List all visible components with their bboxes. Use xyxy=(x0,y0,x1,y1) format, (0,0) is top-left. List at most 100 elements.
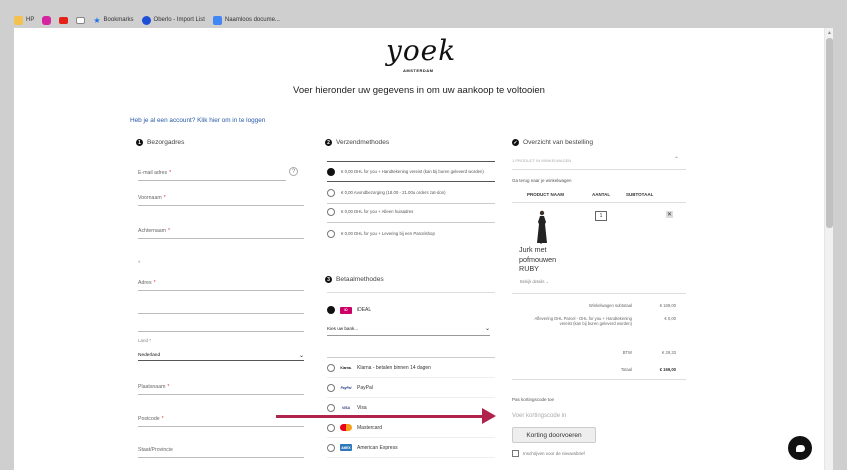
payment-paypal[interactable]: PayPal PayPal xyxy=(327,378,495,398)
col-qty: AANTAL xyxy=(592,192,611,197)
radio-selected[interactable] xyxy=(327,167,335,176)
radio[interactable] xyxy=(327,443,335,452)
radio[interactable] xyxy=(327,403,335,412)
star-icon: ★ xyxy=(93,15,101,25)
divider xyxy=(512,202,686,203)
divider xyxy=(512,293,686,294)
payment-amex[interactable]: AMEX American Express xyxy=(327,438,495,458)
radio[interactable] xyxy=(327,229,335,238)
quantity-input[interactable]: 1 xyxy=(595,211,607,221)
required-marker: * xyxy=(138,261,141,267)
divider xyxy=(327,292,495,293)
radio-selected[interactable] xyxy=(327,306,335,314)
address-line2-field[interactable] xyxy=(138,296,304,314)
divider xyxy=(512,379,686,380)
youtube-icon xyxy=(59,16,69,24)
coupon-input[interactable]: Voer kortingscode in xyxy=(512,410,686,422)
bookmark-docs[interactable]: Naamloos docume... xyxy=(212,15,280,25)
zip-field[interactable]: Postcode * xyxy=(138,409,304,427)
brand-subtitle: AMSTERDAM xyxy=(403,68,434,73)
paypal-icon: PayPal xyxy=(340,385,352,390)
instagram-icon xyxy=(42,15,52,25)
divider xyxy=(512,169,686,170)
radio[interactable] xyxy=(327,423,335,432)
remove-item-icon[interactable]: ✕ xyxy=(666,211,673,218)
brand-logo[interactable]: yoek xyxy=(386,34,456,67)
bookmark-youtube[interactable] xyxy=(59,16,69,24)
klarna-icon: Klarna. xyxy=(340,364,352,371)
chevron-down-icon: ⌄ xyxy=(298,352,304,359)
state-field[interactable]: Staat/Provincie xyxy=(138,440,304,458)
newsletter-checkbox[interactable]: Inschrijven voor de nieuwsbrief xyxy=(512,450,585,457)
address-field[interactable]: Adres * xyxy=(138,273,304,291)
summary-total: Totaal € 169,00 xyxy=(620,367,676,372)
checkbox[interactable] xyxy=(512,450,519,457)
bookmark-mail[interactable] xyxy=(76,16,86,24)
bookmark-oberlo[interactable]: Oberlo - Import List xyxy=(141,15,205,25)
mastercard-icon: MC xyxy=(340,424,352,431)
email-field[interactable]: E-mail adres * xyxy=(138,163,286,181)
payment-ideal[interactable]: iD iDEAL xyxy=(327,300,495,320)
chat-icon xyxy=(795,444,805,452)
ideal-icon: iD xyxy=(340,306,352,314)
step-number: 3 xyxy=(325,276,332,283)
step-number: 2 xyxy=(325,139,332,146)
product-name[interactable]: Jurk met pofmouwen RUBY xyxy=(519,245,571,274)
order-heading: ✓ Overzicht van bestelling xyxy=(512,139,594,146)
annotation-arrow-head xyxy=(482,408,496,424)
chevron-up-icon[interactable]: ⌃ xyxy=(674,156,679,163)
billing-heading: 1 Bezorgadres xyxy=(136,139,184,146)
radio[interactable] xyxy=(327,363,335,372)
summary-row: BTW € 29,33 xyxy=(622,350,676,355)
check-circle-icon: ✓ xyxy=(512,139,519,146)
scroll-up-icon[interactable]: ▲ xyxy=(827,30,832,36)
bookmarks-bar: HP ★ Bookmarks Oberlo - Import List Naaml… xyxy=(14,12,280,28)
bookmark-hp[interactable]: HP xyxy=(14,15,34,25)
apply-coupon-button[interactable]: Korting doorvoeren xyxy=(512,427,596,443)
chevron-down-icon: ⌄ xyxy=(484,326,490,332)
page-title: Voer hieronder uw gegevens in om uw aank… xyxy=(293,85,545,96)
country-select[interactable]: Nederland ⌄ xyxy=(138,350,304,361)
mail-icon xyxy=(76,16,86,24)
radio[interactable] xyxy=(327,189,335,197)
radio[interactable] xyxy=(327,383,335,392)
chat-button[interactable] xyxy=(788,436,812,460)
amex-icon: AMEX xyxy=(340,444,352,451)
product-details-link[interactable]: Bekijk details ⌄ xyxy=(520,279,549,284)
coupon-label: Pas kortingscode toe xyxy=(512,397,555,402)
scrollbar-thumb[interactable] xyxy=(826,38,833,228)
address-line3-field[interactable] xyxy=(138,314,304,332)
folder-icon xyxy=(14,15,23,25)
oberlo-icon xyxy=(141,15,151,25)
login-link[interactable]: Heb je al een account? Klik hier om in t… xyxy=(130,117,265,124)
shipping-option[interactable]: € 0,00 DHL for you + Handtekening vereis… xyxy=(327,161,495,182)
col-subtotal: SUBTOTAAL xyxy=(626,192,654,197)
shipping-option[interactable]: € 0,00 DHL for you + Alleen huisadres xyxy=(327,202,495,223)
summary-row: Winkelwagen subtotaal € 169,00 xyxy=(588,303,676,308)
payment-klarna[interactable]: Klarna. Klarna - betalen binnen 14 dagen xyxy=(327,358,495,378)
payment-mastercard[interactable]: MCMastercard xyxy=(327,418,495,438)
payment-heading: 3 Betaalmethodes xyxy=(325,276,384,283)
scrollbar[interactable]: ▲ xyxy=(824,28,833,470)
chevron-down-icon: ⌄ xyxy=(545,279,550,284)
help-icon[interactable]: ? xyxy=(289,167,298,176)
product-image[interactable] xyxy=(535,210,549,244)
docs-icon xyxy=(212,15,222,25)
browser-viewport: ▲ yoek AMSTERDAM Voer hieronder uw gegev… xyxy=(14,28,833,470)
radio[interactable] xyxy=(327,208,335,216)
col-product: PRODUCT NAAM xyxy=(527,192,564,197)
city-field[interactable]: Plaatsnaam * xyxy=(138,377,304,395)
visa-icon: VISA xyxy=(342,405,350,410)
last-name-field[interactable]: Achternaam * xyxy=(138,221,304,239)
summary-row: Aflevering DHL Parcel - DHL for you + Ha… xyxy=(534,316,676,327)
country-label: Land * xyxy=(138,338,152,343)
step-number: 1 xyxy=(136,139,143,146)
bookmark-bookmarks[interactable]: ★ Bookmarks xyxy=(93,16,133,25)
bank-select[interactable]: Kies uw bank... ⌄ xyxy=(327,322,490,336)
first-name-field[interactable]: Voornaam * xyxy=(138,188,304,206)
bookmark-instagram[interactable] xyxy=(42,15,52,25)
shipping-option[interactable]: € 0,00 Avondbezorging (18.00 - 21.00u or… xyxy=(327,183,495,204)
shipping-heading: 2 Verzendmethodes xyxy=(325,139,389,146)
back-to-cart-link[interactable]: Ga terug naar je winkelwagen xyxy=(512,178,572,183)
shipping-option[interactable]: € 0,00 DHL for you + Levering bij een Pa… xyxy=(327,223,495,244)
